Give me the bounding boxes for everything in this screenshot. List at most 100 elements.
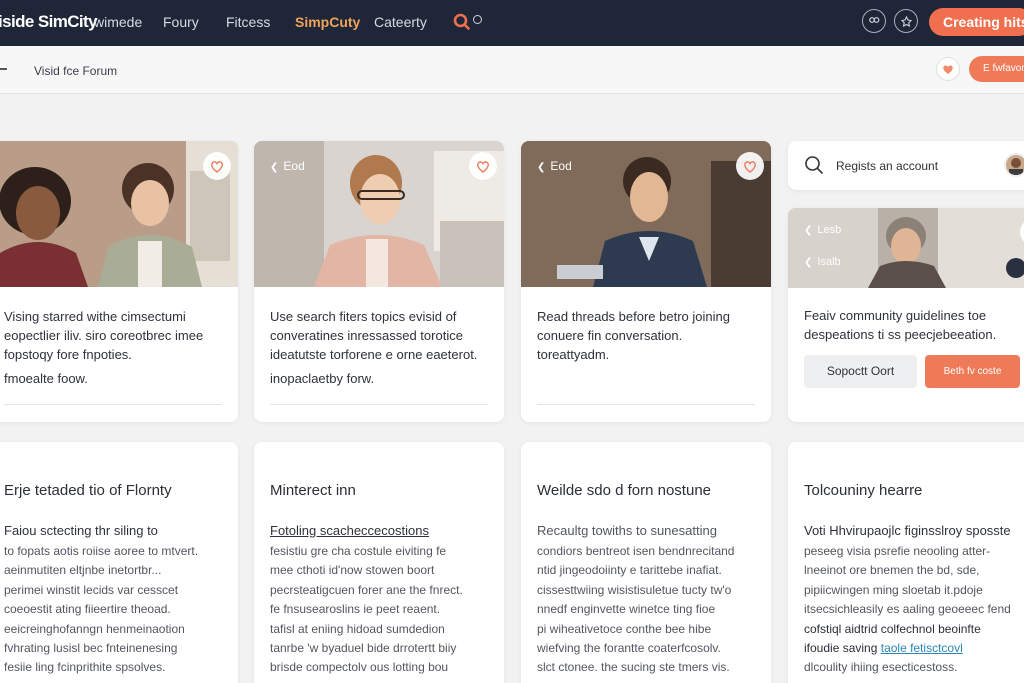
photo-tag: ❮ Eod	[537, 159, 572, 173]
info-card-body: fesistiu gre cha costule eiviting fe mee…	[270, 542, 494, 678]
body-line: mee cthoti id'now stowen boort	[270, 563, 435, 578]
info-card: Minterect inn Fotoling scacheccecostions…	[254, 442, 504, 683]
topic-photo	[0, 141, 238, 287]
body-line: ifoudie saving taole fetisctcovl	[804, 639, 1024, 658]
card-meta: fmoealte foow.	[4, 371, 88, 386]
divider	[4, 404, 222, 405]
body-line: fvhrating lusisl bec fnteinenesing	[4, 641, 178, 656]
body-line: eeicreinghofanngn henmeinaotion	[4, 621, 185, 636]
site-logo[interactable]: iside SimCity	[0, 12, 98, 32]
heart-icon[interactable]	[936, 57, 960, 81]
card-line: eopectlier iliv. siro coreotbrec imee	[4, 328, 204, 343]
nav-link-active[interactable]: SimpCuty	[295, 14, 360, 30]
support-button[interactable]: Sopoctt Oort	[804, 355, 917, 388]
body-line: nnedf enginvette winetce ting fioe	[537, 602, 716, 617]
topic-card[interactable]: ❮ Eod Read threads before betro joining c…	[521, 141, 771, 422]
body-line: pipiicwingen ming sloetab it.pdoje	[804, 582, 983, 597]
top-nav: iside SimCity wimede Foury Fitcess SimpC…	[0, 0, 1024, 46]
search-icon[interactable]	[804, 155, 824, 175]
body-line: aeinmutiten eltjnbe inetortbr...	[4, 563, 162, 578]
notification-dot-icon[interactable]	[473, 15, 482, 24]
body-line: condiors bentreot isen bendnrecitand	[537, 544, 735, 558]
body-line: fe fnsusearoslins ie peet reaent.	[270, 602, 441, 617]
info-card-title: Minterect inn	[270, 482, 356, 499]
card-description: Read threads before betro joining conuer…	[537, 307, 759, 364]
guidelines-photo: ❮ Lesb ❮ Isalb	[788, 208, 1024, 288]
body-line: pecrsteatigcuen forer ane the fnrect.	[270, 582, 463, 597]
body-line: pi wiheativetoce conthe bee hibe	[537, 621, 712, 636]
body-line: coeoestit ating fiieertire theoad.	[4, 602, 171, 617]
account-search[interactable]: Regists an account	[788, 141, 1024, 190]
info-card-body: to fopats aotis roiise aoree to mtvert. …	[4, 542, 228, 678]
register-link[interactable]: Regists an account	[836, 159, 938, 173]
info-card-body: peseeg visia psrefie neooling atter- lne…	[804, 542, 1024, 678]
guidelines-card: ❮ Lesb ❮ Isalb Feaiv community guidelines …	[788, 208, 1024, 422]
body-line: lneeinot ore bnemen the bd, sde,	[804, 563, 980, 578]
favorite-icon[interactable]	[736, 152, 764, 180]
card-line: converatines inressassed torotice	[270, 328, 463, 343]
photo-tag-label: Eod	[550, 159, 572, 173]
info-card-body: condiors bentreot isen bendnrecitand nti…	[537, 542, 761, 678]
card-line: Use search fiters topics evisid of	[270, 309, 457, 324]
body-line: brisde compectolv ous lotting bou	[270, 660, 449, 675]
photo-tag: ❮ Isalb	[804, 256, 841, 268]
card-line: fopstoqy fore fnpoties.	[4, 347, 132, 362]
nav-link-5[interactable]: Cateerty	[374, 14, 427, 30]
info-card: Erje tetaded tio of Flornty Faiou sctect…	[0, 442, 238, 683]
body-line: to fopats aotis roiise aoree to mtvert.	[4, 544, 199, 558]
back-icon[interactable]	[0, 68, 7, 70]
card-line: despeations ti ss peecjebeeation.	[804, 327, 997, 342]
accent-button[interactable]: Beth fv coste	[925, 355, 1020, 388]
photo-tag-label: Eod	[283, 159, 305, 173]
body-line: wiefving the forantte coaterfcosolv.	[537, 641, 721, 656]
avatar[interactable]	[1004, 153, 1024, 177]
topic-photo: ❮ Eod	[521, 141, 771, 287]
create-thread-button[interactable]: Creating hits	[929, 8, 1024, 36]
info-card-subtitle: Recaultg towiths to sunesatting	[537, 523, 717, 538]
inline-link[interactable]: taole fetisctcovl	[881, 641, 963, 655]
nav-link-2[interactable]: Foury	[163, 14, 199, 30]
photo-tag: ❮ Lesb	[804, 224, 842, 236]
info-card-title: Tolcouniny hearre	[804, 482, 923, 499]
info-card-subtitle: Faiou sctecting thr siling to	[4, 523, 158, 538]
body-line: perimei winstit lecids var cesscet	[4, 582, 179, 597]
card-line: Read threads before betro joining	[537, 309, 730, 324]
nav-link-3[interactable]: Fitcess	[226, 14, 270, 30]
nav-link-1[interactable]: wimede	[94, 14, 142, 30]
breadcrumb[interactable]: Visid fce Forum	[34, 64, 117, 78]
photo-tag-label: Isalb	[817, 256, 841, 268]
body-line: fesistiu gre cha costule eiviting fe	[270, 544, 447, 558]
card-description: Vising starred withe cimsectumi eopectli…	[4, 307, 226, 364]
card-line: Vising starred withe cimsectumi	[4, 309, 186, 324]
card-line: toreattyadm.	[537, 347, 610, 362]
divider	[537, 404, 755, 405]
photo-tag: ❮ Eod	[270, 159, 305, 173]
favorite-icon[interactable]	[469, 152, 497, 180]
card-meta: inopaclaetby forw.	[270, 371, 375, 386]
search-icon[interactable]	[452, 12, 472, 32]
body-line: tanrbe 'w byaduel bide drrotertt biiy	[270, 641, 457, 656]
body-line: fesiie ling fcinprithite spsolves.	[4, 660, 166, 675]
sub-header: Visid fce Forum E fwfavor	[0, 46, 1024, 94]
body-line: cofstiql aidtrid colfechnol beoinfte	[804, 621, 981, 636]
divider	[270, 404, 488, 405]
info-card-title: Erje tetaded tio of Flornty	[4, 482, 172, 499]
body-line: ntid jingeodoiinty e tarittebe inafiat.	[537, 563, 722, 578]
topic-photo: ❮ Eod	[254, 141, 504, 287]
favorite-icon[interactable]	[203, 152, 231, 180]
body-line: tafisl at eniing hidoad sumdedion	[270, 621, 445, 636]
guidelines-text: Feaiv community guidelines toe despeatio…	[804, 306, 1024, 344]
settings-icon[interactable]	[894, 9, 918, 33]
info-card-subtitle-link[interactable]: Fotoling scacheccecostions	[270, 523, 429, 538]
topic-card[interactable]: Vising starred withe cimsectumi eopectli…	[0, 141, 238, 422]
body-line: itsecsichleasily es aaling geoeeec fend	[804, 602, 1011, 617]
topic-card[interactable]: ❮ Eod Use search fiters topics evisid of …	[254, 141, 504, 422]
card-line: conuere fin conversation.	[537, 328, 683, 343]
community-icon[interactable]	[862, 9, 886, 33]
card-line: ideatutste torforene e orne eaeterot.	[270, 347, 478, 362]
card-line: Feaiv community guidelines toe	[804, 308, 987, 323]
favorites-button[interactable]: E fwfavor	[969, 56, 1024, 82]
info-card: Weilde sdo d forn nostune Recaultg towit…	[521, 442, 771, 683]
body-text: ifoudie saving	[804, 641, 878, 656]
info-card: Tolcouniny hearre Voti Hhvirupaojlc figi…	[788, 442, 1024, 683]
